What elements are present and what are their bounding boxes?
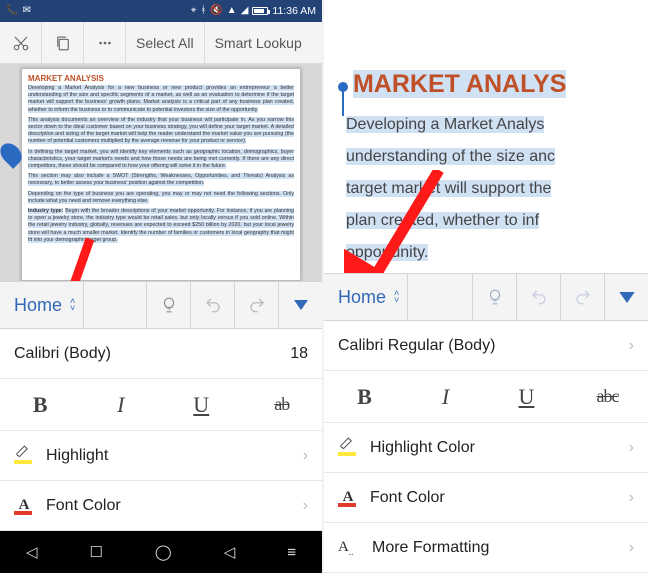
select-all-button[interactable]: Select All: [126, 22, 205, 63]
doc-line: opportunity.: [346, 244, 428, 261]
voicemail-icon: ✉: [22, 6, 30, 16]
doc-subhead: Industry type:: [28, 208, 63, 214]
format-options: Calibri Regular (Body) › B I U abc Highl…: [324, 321, 648, 573]
menu-nav-icon[interactable]: ≡: [287, 544, 296, 561]
undo-button[interactable]: [516, 274, 560, 320]
font-picker-row[interactable]: Calibri Regular (Body) ›: [324, 321, 648, 371]
left-pane: 📞 ✉ ⌖ ᚼ 🔇 ▲ ◢ 11:36 AM Select All Sma: [0, 0, 324, 573]
font-color-row[interactable]: A Font Color ›: [324, 473, 648, 523]
doc-title: MARKET ANALYS: [353, 70, 566, 98]
font-color-label: Font Color: [370, 489, 445, 507]
chevron-right-icon: ›: [303, 497, 308, 515]
doc-line: understanding of the size anc: [346, 148, 555, 165]
chevron-right-icon: ›: [629, 337, 634, 355]
ribbon-bar: Home ˄˅: [324, 273, 648, 321]
font-color-icon: A: [14, 497, 34, 515]
tell-me-button[interactable]: [472, 274, 516, 320]
strikethrough-button[interactable]: abc: [567, 371, 648, 422]
text-style-row: B I U ab: [0, 379, 322, 431]
redo-button[interactable]: [234, 282, 278, 328]
highlight-icon: [338, 440, 358, 456]
text-style-row: B I U abc: [324, 371, 648, 423]
highlight-label: Highlight Color: [370, 439, 475, 457]
more-button[interactable]: [84, 22, 126, 63]
doc-paragraph: Depending on the type of business you ar…: [28, 191, 294, 204]
doc-line: Developing a Market Analys: [346, 116, 544, 133]
document-area[interactable]: MARKET ANALYSIS Developing a Market Anal…: [0, 64, 322, 281]
redo-button[interactable]: [560, 274, 604, 320]
highlight-row[interactable]: Highlight Color ›: [324, 423, 648, 473]
expand-arrow-button[interactable]: [278, 282, 322, 328]
doc-paragraph: This analysis documents an overview of t…: [28, 117, 294, 145]
home-tab-button[interactable]: Home ˄˅: [0, 282, 84, 328]
strikethrough-button[interactable]: ab: [242, 379, 323, 430]
home-tab-label: Home: [338, 287, 386, 308]
top-toolbar: Select All Smart Lookup: [0, 22, 322, 64]
italic-button[interactable]: I: [405, 371, 486, 422]
back-nav-icon-2[interactable]: ◁: [224, 543, 236, 561]
bold-button[interactable]: B: [0, 379, 81, 430]
android-nav-bar: ◁ ☐ ◯ ◁ ≡: [0, 531, 322, 573]
doc-paragraph: This section may also include a SWOT (St…: [28, 173, 294, 186]
copy-button[interactable]: [42, 22, 84, 63]
more-formatting-row[interactable]: A.. More Formatting ›: [324, 523, 648, 573]
chevron-right-icon: ›: [629, 489, 634, 507]
signal-icon: ◢: [241, 6, 249, 16]
smart-lookup-button[interactable]: Smart Lookup: [205, 22, 312, 63]
more-formatting-label: More Formatting: [372, 539, 489, 557]
bluetooth-icon: ᚼ: [200, 6, 206, 16]
right-pane: MARKET ANALYS Developing a Market Analys…: [324, 0, 648, 573]
gps-icon: ⌖: [191, 6, 197, 16]
doc-paragraph: In defining the target market, you will …: [28, 149, 294, 169]
document-page: MARKET ANALYSIS Developing a Market Anal…: [21, 68, 301, 281]
home-tab-label: Home: [14, 295, 62, 316]
bold-button[interactable]: B: [324, 371, 405, 422]
font-size: 18: [290, 345, 308, 363]
chevron-right-icon: ›: [303, 447, 308, 465]
chevron-right-icon: ›: [629, 439, 634, 457]
ribbon-bar: Home ˄˅: [0, 281, 322, 329]
format-options: Calibri (Body) 18 B I U ab Highlight › A…: [0, 329, 322, 531]
wifi-icon: ▲: [227, 6, 237, 16]
home-nav-icon[interactable]: ◯: [155, 543, 172, 561]
chevron-right-icon: ›: [629, 539, 634, 557]
expand-arrow-button[interactable]: [604, 274, 648, 320]
font-name: Calibri (Body): [14, 345, 111, 363]
highlight-icon: [14, 448, 34, 464]
back-nav-icon[interactable]: ◁: [26, 543, 38, 561]
recent-nav-icon[interactable]: ☐: [90, 543, 103, 561]
font-name: Calibri Regular (Body): [338, 337, 495, 355]
chevron-updown-icon: ˄˅: [70, 298, 75, 312]
doc-line: plan created, whether to inf: [346, 212, 539, 229]
font-color-row[interactable]: A Font Color ›: [0, 481, 322, 531]
undo-button[interactable]: [190, 282, 234, 328]
home-tab-button[interactable]: Home ˄˅: [324, 274, 408, 320]
document-area-zoom[interactable]: MARKET ANALYS Developing a Market Analys…: [324, 0, 648, 273]
highlight-label: Highlight: [46, 447, 108, 465]
doc-paragraph: Begin with the broader descriptions of y…: [28, 208, 294, 243]
doc-line: target market will support the: [346, 180, 551, 197]
italic-button[interactable]: I: [81, 379, 162, 430]
font-picker-row[interactable]: Calibri (Body) 18: [0, 329, 322, 379]
cut-button[interactable]: [0, 22, 42, 63]
phone-icon: 📞: [6, 6, 18, 16]
underline-button[interactable]: U: [161, 379, 242, 430]
font-color-icon: A: [338, 489, 358, 507]
status-bar: 📞 ✉ ⌖ ᚼ 🔇 ▲ ◢ 11:36 AM: [0, 0, 322, 22]
underline-button[interactable]: U: [486, 371, 567, 422]
battery-icon: [252, 7, 268, 15]
font-color-label: Font Color: [46, 497, 121, 515]
document-page-zoom: MARKET ANALYS Developing a Market Analys…: [334, 0, 648, 273]
tell-me-button[interactable]: [146, 282, 190, 328]
chevron-updown-icon: ˄˅: [394, 290, 399, 304]
mute-icon: 🔇: [210, 6, 222, 16]
doc-title: MARKET ANALYSIS: [28, 74, 294, 83]
more-formatting-icon: A..: [338, 539, 360, 557]
status-time: 11:36 AM: [272, 5, 316, 17]
doc-paragraph: Developing a Market Analysis for a new b…: [28, 85, 294, 113]
highlight-row[interactable]: Highlight ›: [0, 431, 322, 481]
